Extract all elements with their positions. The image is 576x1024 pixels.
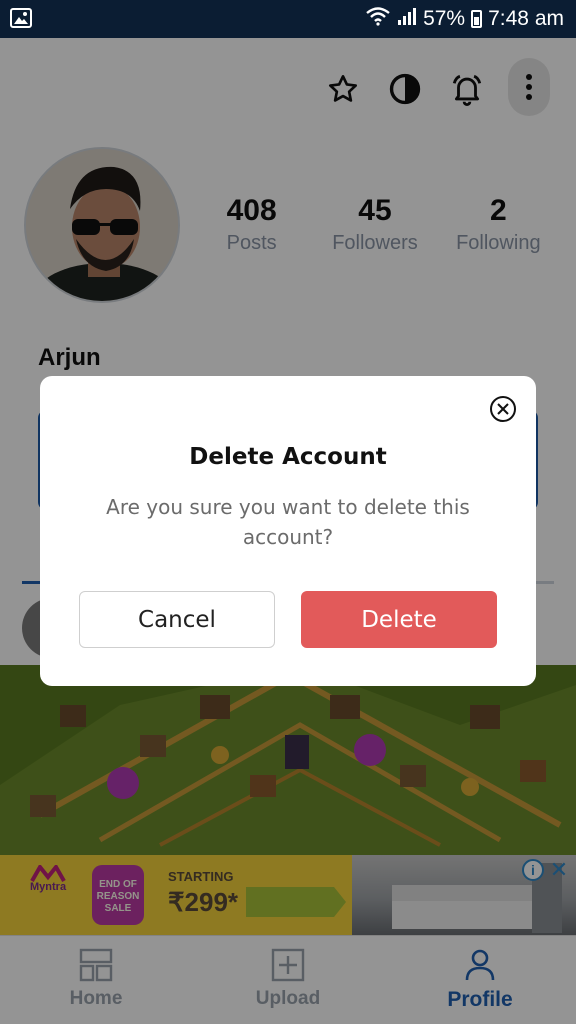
delete-button[interactable]: Delete (301, 591, 497, 648)
dialog-title: Delete Account (189, 444, 387, 470)
battery-icon (471, 10, 483, 28)
signal-icon (397, 6, 417, 32)
clock-time: 7:48 am (488, 7, 564, 30)
status-right: 57% 7:48 am (365, 6, 564, 32)
delete-account-dialog: Delete Account Are you sure you want to … (40, 376, 536, 686)
dialog-message: Are you sure you want to delete this acc… (106, 495, 470, 549)
image-icon (10, 8, 32, 28)
status-bar: 57% 7:48 am (0, 0, 576, 38)
battery-percent: 57% (423, 7, 466, 30)
cancel-button[interactable]: Cancel (79, 591, 275, 648)
close-icon[interactable] (490, 396, 516, 422)
wifi-icon (365, 6, 391, 32)
